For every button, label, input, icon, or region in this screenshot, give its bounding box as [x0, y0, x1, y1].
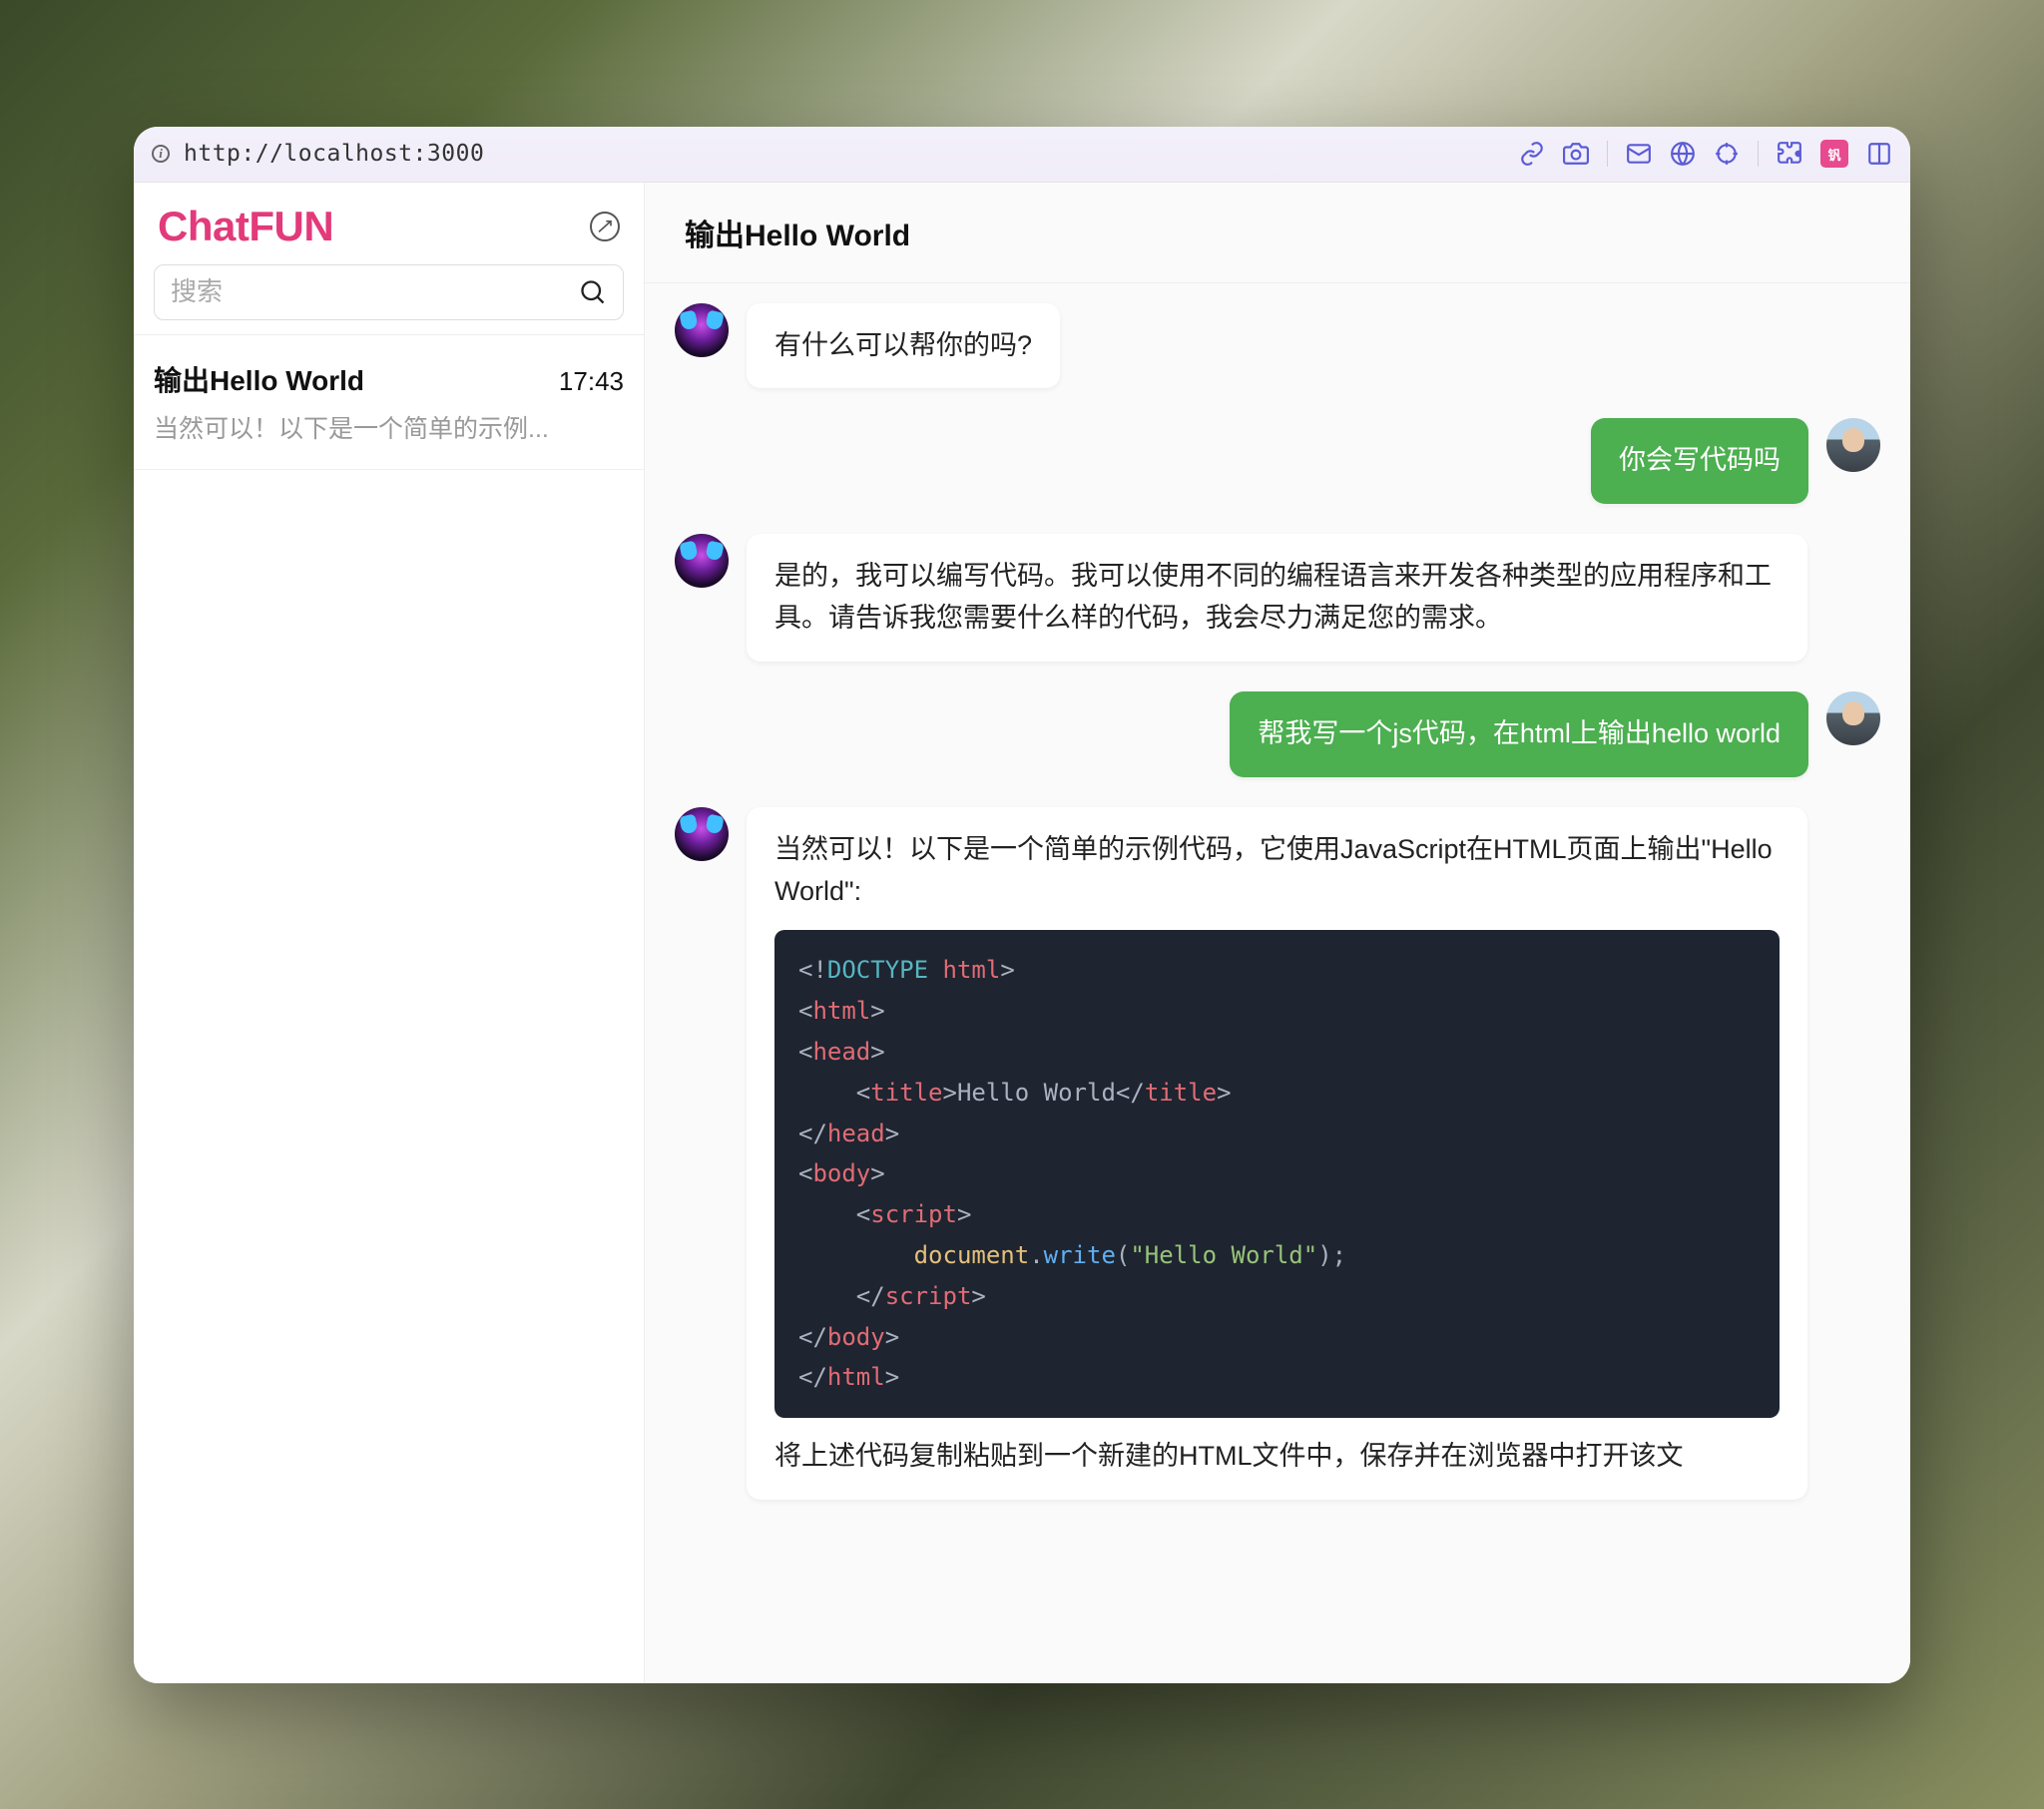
- bot-message: 有什么可以帮你的吗?: [747, 303, 1060, 389]
- globe-icon[interactable]: [1670, 141, 1696, 167]
- user-avatar: [1826, 691, 1880, 745]
- chat-title: 输出Hello World: [685, 211, 1870, 254]
- site-info-icon[interactable]: [152, 145, 170, 163]
- conversation-item[interactable]: 输出Hello World 17:43 当然可以！以下是一个简单的示例...: [134, 335, 644, 470]
- conversation-preview: 当然可以！以下是一个简单的示例...: [154, 409, 624, 445]
- new-chat-button[interactable]: [590, 212, 620, 241]
- url-display[interactable]: http://localhost:3000: [184, 141, 484, 167]
- message-text-intro: 当然可以！以下是一个简单的示例代码，它使用JavaScript在HTML页面上输…: [774, 829, 1780, 913]
- chat-header: 输出Hello World: [645, 183, 1910, 283]
- user-message: 帮我写一个js代码，在html上输出hello world: [1230, 691, 1808, 777]
- bot-avatar: [675, 807, 729, 861]
- conversation-time: 17:43: [559, 366, 624, 397]
- message-row-bot: 是的，我可以编写代码。我可以使用不同的编程语言来开发各种类型的应用程序和工具。请…: [675, 534, 1880, 662]
- message-text-outro: 将上述代码复制粘贴到一个新建的HTML文件中，保存并在浏览器中打开该文: [774, 1436, 1780, 1478]
- camera-icon[interactable]: [1563, 141, 1589, 167]
- mail-icon[interactable]: [1626, 141, 1652, 167]
- bot-avatar: [675, 303, 729, 357]
- search-container: [154, 264, 624, 320]
- devtools-badge[interactable]: 钒: [1820, 140, 1848, 168]
- sidebar: ChatFUN 输出Hello World 17:43 当然可以！以下是一个: [134, 183, 645, 1683]
- messages-container[interactable]: 有什么可以帮你的吗? 你会写代码吗 是的，我可以编写代码。我可以使用不同的编程语…: [645, 283, 1910, 1683]
- addressbar: http://localhost:3000 钒: [134, 127, 1910, 183]
- link-icon[interactable]: [1519, 141, 1545, 167]
- bot-message: 是的，我可以编写代码。我可以使用不同的编程语言来开发各种类型的应用程序和工具。请…: [747, 534, 1807, 662]
- extension-icon[interactable]: [1777, 141, 1802, 167]
- user-avatar: [1826, 418, 1880, 472]
- bot-avatar: [675, 534, 729, 588]
- message-row-user: 帮我写一个js代码，在html上输出hello world: [675, 691, 1880, 777]
- toolbar-divider: [1758, 141, 1759, 167]
- conversation-title: 输出Hello World: [154, 359, 364, 399]
- search-input[interactable]: [171, 276, 569, 307]
- user-message: 你会写代码吗: [1591, 418, 1808, 504]
- toolbar-divider: [1607, 141, 1608, 167]
- code-block[interactable]: <!DOCTYPE html> <html> <head> <title>Hel…: [774, 930, 1780, 1418]
- message-row-user: 你会写代码吗: [675, 418, 1880, 504]
- browser-window: http://localhost:3000 钒 ChatFUN: [134, 127, 1910, 1683]
- app-logo: ChatFUN: [158, 203, 333, 250]
- bot-message: 当然可以！以下是一个简单的示例代码，它使用JavaScript在HTML页面上输…: [747, 807, 1807, 1500]
- chat-main: 输出Hello World 有什么可以帮你的吗? 你会写代码吗 是的，我可以编写…: [645, 183, 1910, 1683]
- message-row-bot: 当然可以！以下是一个简单的示例代码，它使用JavaScript在HTML页面上输…: [675, 807, 1880, 1500]
- message-row-bot: 有什么可以帮你的吗?: [675, 303, 1880, 389]
- search-icon[interactable]: [579, 278, 607, 306]
- conversation-list: 输出Hello World 17:43 当然可以！以下是一个简单的示例...: [134, 334, 644, 1683]
- panels-icon[interactable]: [1866, 141, 1892, 167]
- crosshair-icon[interactable]: [1714, 141, 1740, 167]
